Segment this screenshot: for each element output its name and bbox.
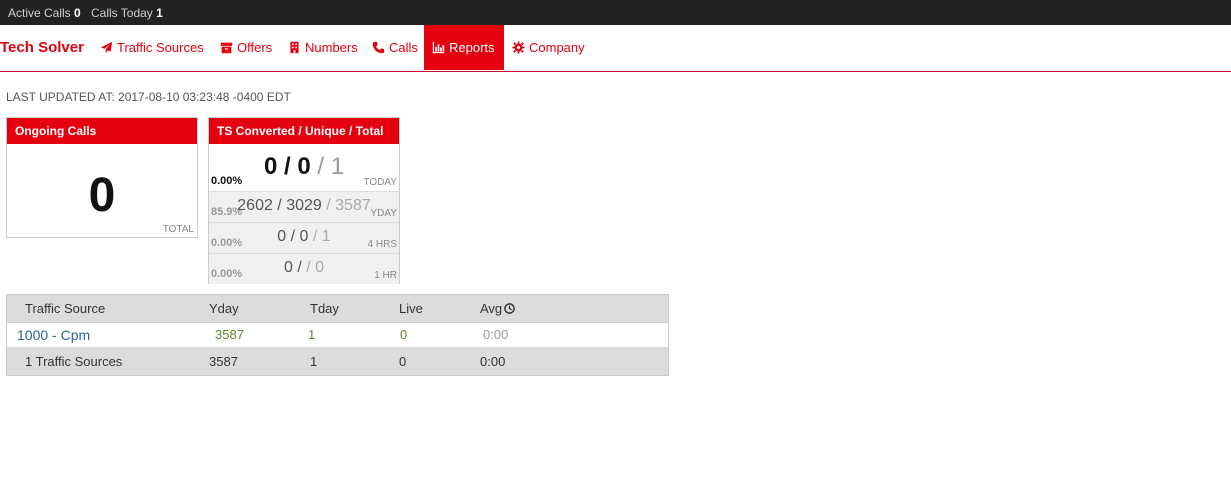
col-traffic-source[interactable]: Traffic Source <box>25 301 105 316</box>
ts-values: 0 / / 0 <box>283 259 325 276</box>
ts-total: 3587 <box>335 197 371 214</box>
nav-calls[interactable]: Calls <box>364 25 426 70</box>
table-footer: 1 Traffic Sources 3587 1 0 0:00 <box>7 347 668 375</box>
calls-today-stat: Calls Today 1 <box>91 6 163 20</box>
phone-icon <box>372 41 385 54</box>
col-avg-label: Avg <box>480 301 503 316</box>
col-tday[interactable]: Tday <box>310 301 339 316</box>
ongoing-calls-panel: Ongoing Calls 0 TOTAL <box>6 117 198 238</box>
nav-company[interactable]: Company <box>504 25 593 70</box>
nav-reports[interactable]: Reports <box>424 25 504 70</box>
active-calls-label: Active Calls <box>8 6 71 20</box>
footer-avg: 0:00 <box>480 354 506 369</box>
ts-row-today: 0.00% 0 / 0 / 1 TODAY <box>209 144 399 191</box>
active-calls-stat: Active Calls 0 <box>8 6 81 20</box>
building-icon <box>288 41 301 54</box>
ts-period-label: 4 HRS <box>367 239 397 250</box>
cell-yday: 3587 <box>215 327 244 342</box>
ts-converted-title: TS Converted / Unique / Total <box>209 118 399 144</box>
cell-live: 0 <box>400 327 408 342</box>
footer-yday: 3587 <box>209 354 238 369</box>
col-yday[interactable]: Yday <box>209 301 239 316</box>
nav-traffic-sources[interactable]: Traffic Sources <box>92 25 212 70</box>
ongoing-calls-total-label: TOTAL <box>162 224 194 235</box>
table-row: 1000 - Cpm 3587 1 0 0:00 <box>7 322 668 347</box>
ongoing-calls-title: Ongoing Calls <box>7 118 197 144</box>
table-header: Traffic Source Yday Tday Live Avg <box>7 295 668 322</box>
nav-numbers-label: Numbers <box>305 40 358 55</box>
ts-unique: 3029 <box>286 197 322 214</box>
ts-total: 1 <box>330 153 345 180</box>
last-updated-text: LAST UPDATED AT: 2017-08-10 03:23:48 -04… <box>6 90 291 104</box>
ts-total: 1 <box>321 228 331 245</box>
traffic-source-table: Traffic Source Yday Tday Live Avg 1000 -… <box>6 294 669 376</box>
gear-icon <box>512 41 525 54</box>
calls-today-value: 1 <box>156 6 163 20</box>
ts-converted: 0 <box>283 259 293 276</box>
col-avg[interactable]: Avg <box>480 301 515 316</box>
ts-row-4hrs: 0.00% 0 / 0 / 1 4 HRS <box>209 222 399 253</box>
nav-traffic-sources-label: Traffic Sources <box>117 40 204 55</box>
ts-total: 0 <box>315 259 325 276</box>
ts-unique: 0 <box>297 153 311 180</box>
nav-numbers[interactable]: Numbers <box>280 25 366 70</box>
ts-converted: 0 <box>277 228 287 245</box>
ts-converted: 0 <box>263 153 278 180</box>
ongoing-calls-value: 0 <box>88 169 116 222</box>
archive-box-icon <box>220 41 233 54</box>
ts-period-label: YDAY <box>370 208 398 219</box>
traffic-source-link[interactable]: 1000 - Cpm <box>17 327 90 343</box>
ts-period-label: TODAY <box>363 177 397 188</box>
cell-avg: 0:00 <box>483 327 509 342</box>
bar-chart-icon <box>432 41 445 54</box>
paper-plane-icon <box>100 41 113 54</box>
footer-live: 0 <box>399 354 407 369</box>
ts-period-label: 1 HR <box>374 270 397 281</box>
col-live[interactable]: Live <box>399 301 423 316</box>
brand-logo[interactable]: Tech Solver <box>0 39 84 56</box>
nav-calls-label: Calls <box>389 40 418 55</box>
footer-source-count: 1 Traffic Sources <box>25 354 123 369</box>
ts-converted-panel: TS Converted / Unique / Total 0.00% 0 / … <box>208 117 400 284</box>
nav-reports-label: Reports <box>449 40 495 55</box>
ts-row-1hr: 0.00% 0 / / 0 1 HR <box>209 253 399 284</box>
footer-tday: 1 <box>310 354 318 369</box>
main-navbar: Tech Solver Traffic Sources Offers Numbe… <box>0 25 1231 72</box>
cell-tday: 1 <box>308 327 316 342</box>
ts-row-yday: 85.9% 2602 / 3029 / 3587 YDAY <box>209 191 399 222</box>
nav-offers-label: Offers <box>237 40 273 55</box>
active-calls-value: 0 <box>74 6 81 20</box>
ts-converted: 2602 <box>237 197 273 214</box>
nav-offers[interactable]: Offers <box>212 25 280 70</box>
calls-today-label: Calls Today <box>91 6 153 20</box>
status-bar: Active Calls 0 Calls Today 1 <box>0 0 1231 25</box>
clock-icon <box>504 302 515 314</box>
nav-company-label: Company <box>529 40 585 55</box>
